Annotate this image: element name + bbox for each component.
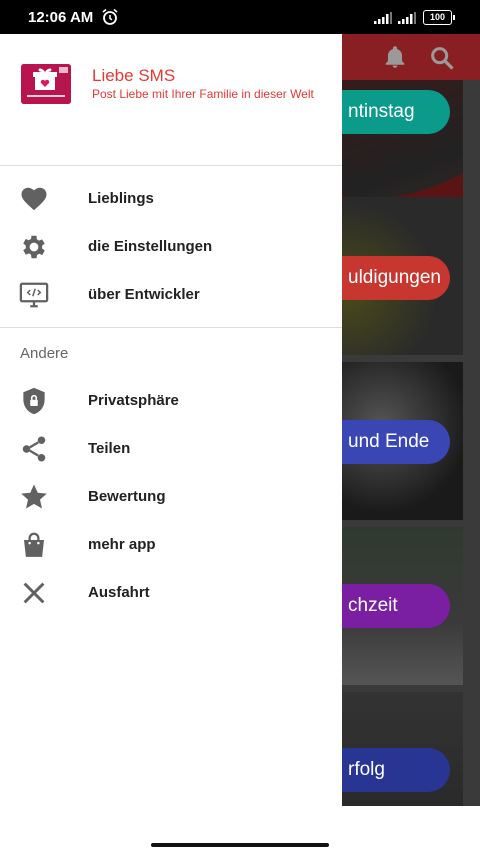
menu-item-label: Bewertung [88, 488, 166, 505]
menu-item-label: Ausfahrt [88, 584, 150, 601]
menu-item-label: die Einstellungen [88, 238, 213, 255]
menu-item-label: über Entwickler [88, 286, 200, 303]
signal-icon [398, 11, 416, 29]
menu-item-settings[interactable]: die Einstellungen [0, 223, 342, 271]
menu-item-share[interactable]: Teilen [0, 425, 342, 473]
shield-lock-icon [19, 386, 49, 416]
shopping-bag-icon [19, 530, 49, 560]
menu-item-favorites[interactable]: Lieblings [0, 175, 342, 223]
drawer-header: Liebe SMS Post Liebe mit Ihrer Familie i… [0, 28, 342, 166]
menu-item-rating[interactable]: Bewertung [0, 473, 342, 521]
search-icon[interactable] [428, 44, 456, 77]
navigation-bar [0, 806, 480, 854]
menu-item-label: Lieblings [88, 190, 154, 207]
menu-item-label: Teilen [88, 440, 131, 457]
battery-icon: 100 [423, 10, 455, 25]
app-title: Liebe SMS [92, 66, 176, 85]
status-bar: 12:06 AM 100 [0, 0, 480, 34]
share-icon [19, 434, 49, 464]
menu-item-privacy[interactable]: Privatsphäre [0, 377, 342, 425]
menu-item-label: mehr app [88, 536, 156, 553]
app-logo [21, 64, 71, 104]
menu-item-more-apps[interactable]: mehr app [0, 521, 342, 569]
app-subtitle: Post Liebe mit Ihrer Familie in dieser W… [92, 87, 314, 101]
section-title: Andere [20, 345, 69, 362]
navigation-drawer: Liebe SMS Post Liebe mit Ihrer Familie i… [0, 28, 342, 806]
star-icon [19, 482, 49, 512]
close-icon [19, 578, 49, 608]
bell-icon[interactable] [382, 44, 408, 75]
home-indicator[interactable] [151, 843, 329, 847]
divider [0, 327, 342, 328]
menu-item-about-developer[interactable]: über Entwickler [0, 271, 342, 319]
menu-item-label: Privatsphäre [88, 392, 179, 409]
status-time: 12:06 AM [28, 9, 94, 26]
menu-item-exit[interactable]: Ausfahrt [0, 569, 342, 617]
signal-icon [374, 11, 392, 29]
gear-icon [19, 232, 49, 262]
heart-icon [19, 184, 49, 214]
monitor-code-icon [19, 280, 49, 310]
alarm-icon [101, 8, 119, 31]
